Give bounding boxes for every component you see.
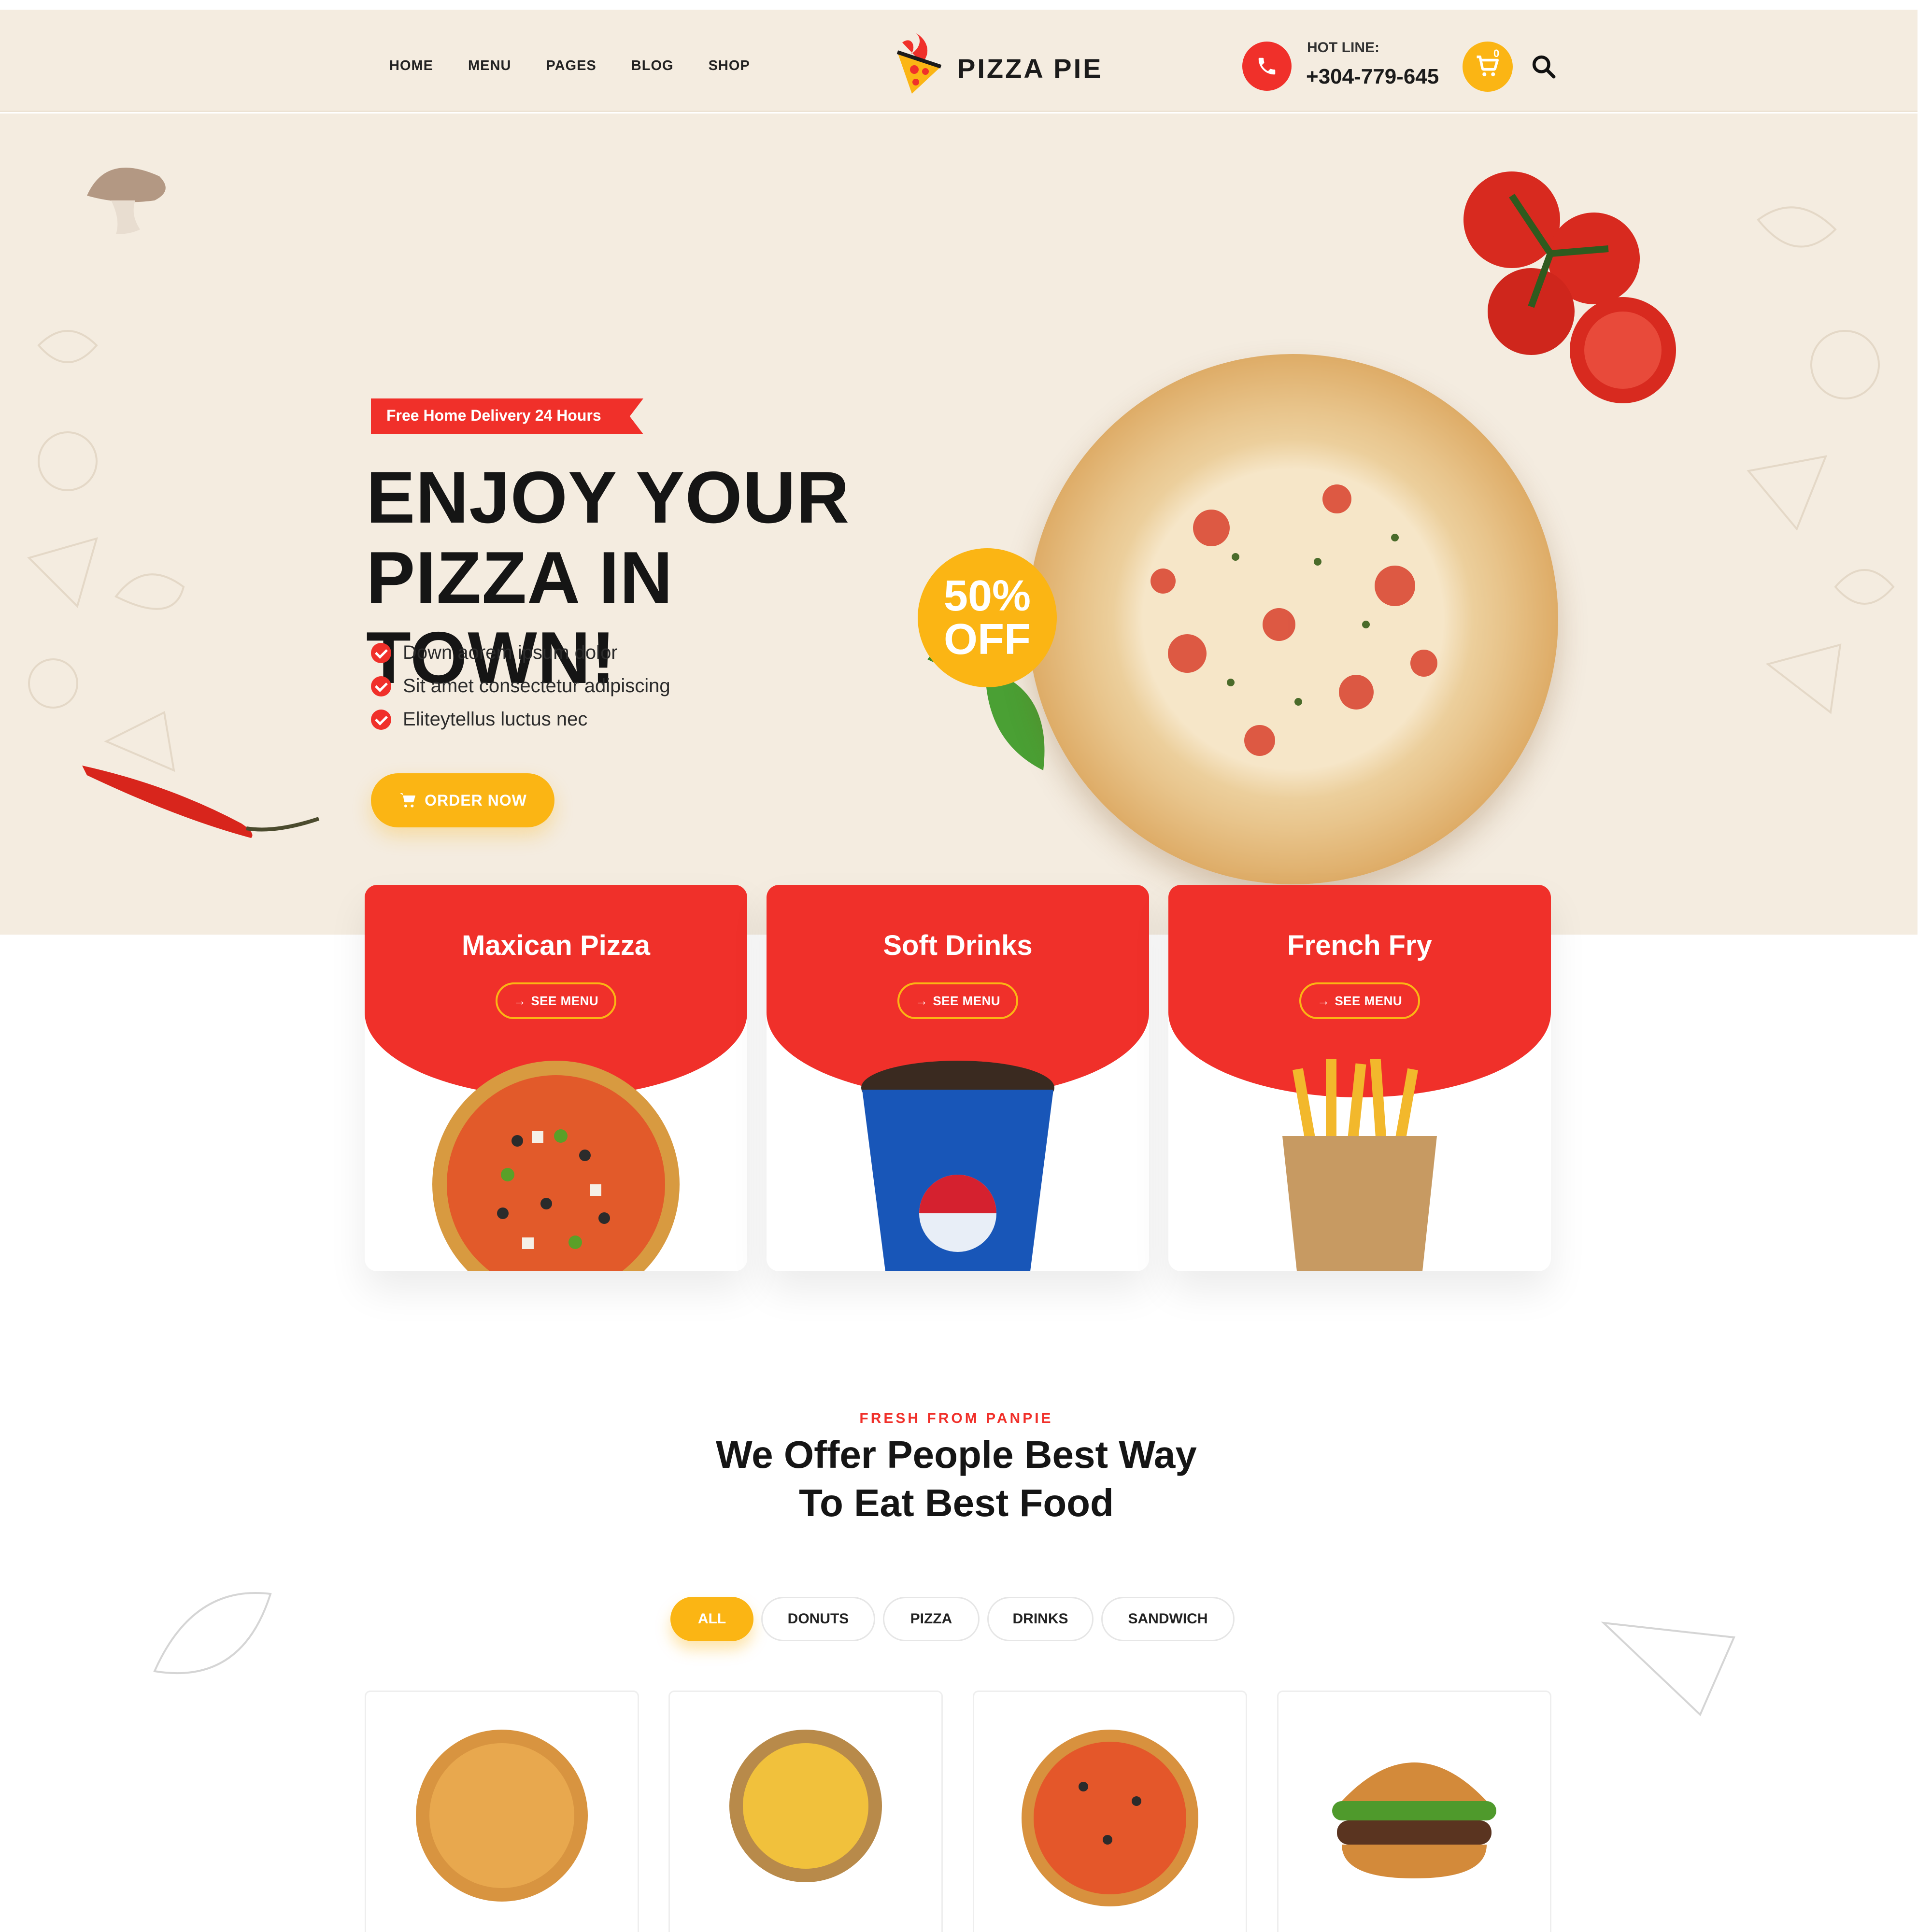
arrow-right-icon: → xyxy=(915,993,928,1008)
pizza-slice-doodle-icon xyxy=(1601,1621,1735,1717)
mexican-pizza-image xyxy=(432,1061,680,1271)
category-card-soft-drinks[interactable]: Soft Drinks → SEE MENU xyxy=(767,885,1149,1271)
logo-text: PIZZA PIE xyxy=(957,53,1103,84)
check-circle-icon xyxy=(371,642,391,663)
list-item: Down aorem ipsum dolor xyxy=(371,636,670,669)
order-now-button[interactable]: ORDER NOW xyxy=(371,773,554,827)
see-menu-button[interactable]: → SEE MENU xyxy=(496,982,616,1019)
nav-blog[interactable]: BLOG xyxy=(631,58,674,74)
pizza-slice-logo-icon xyxy=(888,33,952,97)
see-menu-button[interactable]: → SEE MENU xyxy=(1299,982,1420,1019)
mushroom-icon xyxy=(87,168,166,234)
nav-shop[interactable]: SHOP xyxy=(709,58,750,74)
french-fries-image xyxy=(1282,1059,1437,1271)
arrow-right-icon: → xyxy=(513,993,526,1008)
category-card-french-fry[interactable]: French Fry → SEE MENU xyxy=(1168,885,1551,1271)
nav-pages[interactable]: PAGES xyxy=(546,58,596,74)
category-title: French Fry xyxy=(1287,930,1432,961)
category-title: Soft Drinks xyxy=(883,930,1033,961)
tab-all[interactable]: ALL xyxy=(670,1597,753,1641)
see-menu-button[interactable]: → SEE MENU xyxy=(897,982,1018,1019)
filter-tabs: ALL DONUTS PIZZA DRINKS SANDWICH xyxy=(670,1597,1242,1641)
check-circle-icon xyxy=(371,676,391,696)
hero-title-line-1: ENJOY YOUR xyxy=(366,456,850,539)
nav-menu[interactable]: MENU xyxy=(468,58,511,74)
nav-home[interactable]: HOME xyxy=(389,58,433,74)
list-item: Eliteytellus luctus nec xyxy=(371,703,670,736)
tab-donuts[interactable]: DONUTS xyxy=(761,1597,875,1641)
discount-badge: 50% OFF xyxy=(918,548,1057,687)
main-nav: HOME MENU PAGES BLOG SHOP xyxy=(389,58,785,74)
fries-bowl-image xyxy=(729,1730,882,1882)
arrow-right-icon: → xyxy=(1317,993,1330,1008)
veggie-pizza-image xyxy=(1022,1730,1198,1906)
hotdog-doodle-icon xyxy=(153,1592,272,1674)
list-item: Sit amet consectetur adipiscing xyxy=(371,669,670,703)
site-header: HOME MENU PAGES BLOG SHOP PIZZA PIE HOT … xyxy=(0,10,1918,112)
product-card[interactable] xyxy=(668,1690,943,1932)
pizza-toppings-icon xyxy=(1151,484,1437,756)
product-card[interactable] xyxy=(1277,1690,1551,1932)
hero-pizza-image xyxy=(1028,354,1558,884)
chili-pepper-icon xyxy=(82,766,320,838)
category-title: Maxican Pizza xyxy=(461,930,651,961)
discount-percent: 50% xyxy=(943,572,1031,620)
section-eyebrow: FRESH FROM PANPIE xyxy=(859,1410,1053,1426)
tab-drinks[interactable]: DRINKS xyxy=(987,1597,1094,1641)
category-card-mexican-pizza[interactable]: Maxican Pizza → SEE MENU xyxy=(365,885,747,1271)
tab-sandwich[interactable]: SANDWICH xyxy=(1101,1597,1235,1641)
burger-image xyxy=(1332,1762,1496,1878)
soft-drink-cup-image xyxy=(861,1061,1054,1271)
delivery-badge-text: Free Home Delivery 24 Hours xyxy=(386,407,601,424)
discount-off: OFF xyxy=(944,615,1031,664)
cart-icon xyxy=(400,793,416,808)
search-icon xyxy=(1532,55,1556,79)
tab-pizza[interactable]: PIZZA xyxy=(883,1597,980,1641)
section-title: We Offer People Best Way To Eat Best Foo… xyxy=(716,1433,1197,1524)
product-card[interactable] xyxy=(973,1690,1247,1932)
hero-section: Free Home Delivery 24 Hours ENJOY YOUR P… xyxy=(0,114,1918,935)
search-button[interactable] xyxy=(1530,53,1557,80)
food-doodle-icon xyxy=(1747,206,1895,714)
cheese-pizza-image xyxy=(416,1730,588,1902)
phone-button[interactable] xyxy=(1242,42,1292,91)
site-logo[interactable]: PIZZA PIE xyxy=(888,33,1103,97)
phone-icon xyxy=(1258,57,1276,75)
hotline-label: HOT LINE: xyxy=(1307,40,1379,56)
check-circle-icon xyxy=(371,709,391,730)
cart-button[interactable] xyxy=(1463,42,1513,92)
hero-feature-list: Down aorem ipsum dolor Sit amet consecte… xyxy=(371,636,670,736)
product-card[interactable] xyxy=(365,1690,639,1932)
hotline-number[interactable]: +304-779-645 xyxy=(1306,65,1439,89)
cart-count-badge: 0 xyxy=(1493,47,1500,59)
